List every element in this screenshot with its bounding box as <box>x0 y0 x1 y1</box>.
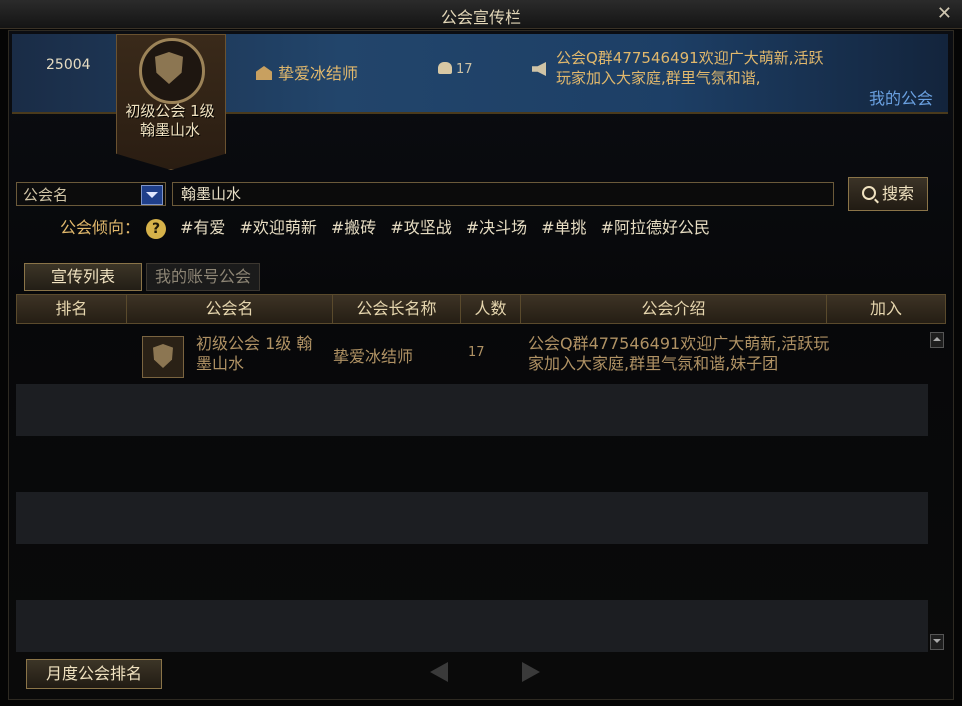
tag-item[interactable]: #有爱 <box>180 218 225 237</box>
banner-members: 17 <box>438 62 473 77</box>
next-page-icon[interactable] <box>522 662 540 682</box>
search-button[interactable]: 搜索 <box>848 177 928 211</box>
window-title: 公会宣传栏 <box>440 8 521 27</box>
chevron-down-icon[interactable] <box>141 185 163 205</box>
banner-guild-name: 初级公会 1级 翰墨山水 <box>125 102 215 139</box>
table-header: 排名 公会名 公会长名称 人数 公会介绍 加入 <box>16 294 946 324</box>
guild-emblem-icon <box>142 336 184 378</box>
row-count: 17 <box>468 345 485 360</box>
my-guild-link[interactable]: 我的公会 <box>869 85 933 109</box>
tendency-label: 公会倾向： <box>60 218 141 237</box>
help-icon[interactable]: ? <box>146 219 167 239</box>
search-category-select[interactable]: 公会名 <box>16 182 166 206</box>
header-count: 人数 <box>461 295 521 323</box>
table-row-empty <box>16 438 928 490</box>
speaker-icon <box>532 62 546 76</box>
scroll-down-icon[interactable] <box>930 634 944 650</box>
table-row-empty <box>16 492 928 544</box>
prev-page-icon[interactable] <box>430 662 448 682</box>
tag-item[interactable]: #阿拉德好公民 <box>601 218 710 237</box>
header-guild-name: 公会名 <box>127 295 333 323</box>
row-guild-name: 初级公会 1级 翰墨山水 <box>196 334 313 373</box>
tag-item[interactable]: #决斗场 <box>466 218 527 237</box>
row-intro: 公会Q群477546491欢迎广大萌新,活跃玩家加入大家庭,群里气氛和谐,妹子团 <box>528 334 830 373</box>
close-icon[interactable]: ✕ <box>937 3 952 24</box>
scrollbar[interactable] <box>930 332 944 650</box>
guild-tendency-tags: 公会倾向：? #有爱 #欢迎萌新 #搬砖 #攻坚战 #决斗场 #单挑 #阿拉德好公民 <box>60 214 724 239</box>
search-category-value: 公会名 <box>23 186 69 204</box>
tab-promotion-list[interactable]: 宣传列表 <box>24 263 142 291</box>
tag-item[interactable]: #攻坚战 <box>390 218 451 237</box>
search-icon <box>861 186 876 200</box>
banner-member-count: 17 <box>456 62 473 77</box>
header-rank: 排名 <box>17 295 127 323</box>
banner-leader-name: 挚爱冰结师 <box>278 64 359 83</box>
search-button-label: 搜索 <box>881 184 914 203</box>
tag-item[interactable]: #单挑 <box>541 218 586 237</box>
monthly-ranking-button[interactable]: 月度公会排名 <box>26 659 162 689</box>
guild-id: 25004 <box>46 57 91 73</box>
search-input[interactable]: 翰墨山水 <box>172 182 834 206</box>
house-icon <box>256 66 272 80</box>
title-bar: 公会宣传栏 ✕ <box>0 0 962 29</box>
banner-leader: 挚爱冰结师 <box>256 60 358 84</box>
row-leader: 挚爱冰结师 <box>333 347 414 366</box>
tag-item[interactable]: #欢迎萌新 <box>239 218 316 237</box>
tag-item[interactable]: #搬砖 <box>331 218 376 237</box>
banner-announcement: 公会Q群477546491欢迎广大萌新,活跃玩家加入大家庭,群里气氛和谐, <box>532 48 832 88</box>
header-join: 加入 <box>869 299 902 318</box>
tab-my-account-guild[interactable]: 我的账号公会 <box>146 263 260 291</box>
people-icon <box>438 62 452 74</box>
table-row-empty <box>16 600 928 652</box>
scroll-up-icon[interactable] <box>930 332 944 348</box>
header-leader: 公会长名称 <box>333 295 461 323</box>
table-row-empty <box>16 384 928 436</box>
announcement-text: 公会Q群477546491欢迎广大萌新,活跃玩家加入大家庭,群里气氛和谐, <box>556 49 824 87</box>
table-row-empty <box>16 546 928 598</box>
header-intro: 公会介绍 <box>521 295 827 323</box>
